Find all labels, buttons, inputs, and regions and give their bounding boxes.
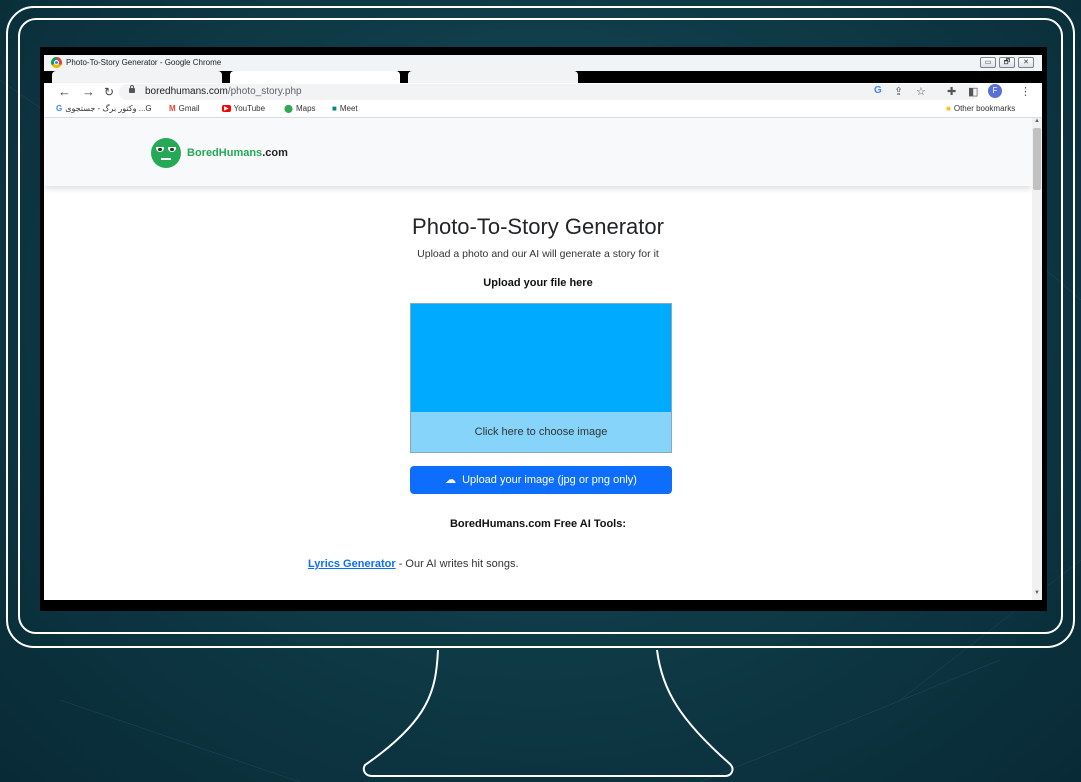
scroll-down-icon[interactable]: ▼ [1034, 590, 1040, 596]
bookmark-meet[interactable]: ■ Meet [332, 104, 358, 113]
url-text[interactable]: boredhumans.com/photo_story.php [145, 86, 302, 97]
other-bookmarks[interactable]: ■ Other bookmarks [946, 104, 1015, 113]
bookmark-label: وکتور برگ - جستجوی ...G [65, 104, 152, 113]
cloud-upload-icon: ☁ [445, 474, 457, 486]
menu-icon[interactable]: ⋮ [1020, 85, 1031, 98]
browser-toolbar: ← → ↻ boredhumans.com/photo_story.php G … [44, 83, 1042, 101]
bookmark-label: Maps [295, 104, 316, 113]
site-header: BoredHumans.com [44, 118, 1032, 186]
bookmark-youtube[interactable]: ▶ YouTube [222, 104, 265, 113]
bookmark-label: Gmail [178, 104, 200, 113]
maps-icon: ⬤ [284, 104, 293, 114]
lyrics-generator-link[interactable]: Lyrics Generator [308, 558, 396, 570]
tab-strip [44, 71, 1042, 83]
boredhumans-logo-icon[interactable] [151, 138, 181, 168]
google-lens-icon[interactable]: G [874, 85, 882, 96]
google-icon: G [56, 104, 63, 114]
youtube-icon: ▶ [222, 105, 231, 113]
logo-mouth [161, 158, 171, 160]
other-bookmarks-label: Other bookmarks [953, 104, 1016, 113]
bookmark-label: Meet [339, 104, 358, 113]
bookmark-gmail[interactable]: M Gmail [169, 104, 200, 113]
page-title: Photo-To-Story Generator [412, 214, 664, 239]
logo-eye [156, 147, 164, 152]
address-bar[interactable]: boredhumans.com/photo_story.php [119, 84, 979, 100]
bookmark-star-icon[interactable]: ☆ [916, 85, 926, 98]
tool-list-item: Lyrics Generator - Our AI writes hit son… [308, 558, 519, 570]
meet-icon: ■ [332, 104, 337, 114]
minimize-button[interactable]: ▭ [980, 57, 996, 68]
folder-icon: ■ [946, 104, 951, 114]
window-title: Photo-To-Story Generator - Google Chrome [66, 58, 222, 67]
url-host: boredhumans.com [145, 86, 228, 97]
tools-heading: BoredHumans.com Free AI Tools: [449, 518, 627, 530]
web-page: BoredHumans.com Photo-To-Story Generator… [44, 118, 1032, 600]
side-panel-icon[interactable]: ◧ [968, 85, 978, 98]
browser-window: Photo-To-Story Generator - Google Chrome… [40, 47, 1047, 611]
image-drop-zone[interactable]: Click here to choose image [410, 303, 672, 453]
logo-suffix: .com [262, 147, 288, 159]
close-button[interactable]: ✕ [1018, 57, 1034, 68]
scroll-thumb[interactable] [1033, 128, 1041, 190]
share-icon[interactable]: ⇪ [894, 85, 903, 98]
tool-description: - Our AI writes hit songs. [395, 558, 519, 570]
url-path: /photo_story.php [227, 86, 302, 97]
profile-avatar[interactable]: F [988, 84, 1002, 98]
bookmarks-bar: G وکتور برگ - جستجوی ...G M Gmail ▶ YouTube… [44, 101, 1042, 118]
choose-image-button[interactable]: Click here to choose image [411, 412, 671, 452]
bookmark-maps[interactable]: ⬤ Maps [284, 104, 316, 113]
restore-button[interactable]: 🗗 [999, 57, 1015, 68]
extensions-icon[interactable]: ✚ [947, 85, 956, 98]
forward-icon[interactable]: → [82, 84, 95, 100]
bookmark-google-search[interactable]: G وکتور برگ - جستجوی ...G [56, 104, 152, 113]
upload-label: Upload your file here [483, 277, 593, 289]
upload-button-label: Upload your image (jpg or png only) [462, 474, 637, 486]
chrome-icon [51, 57, 62, 68]
site-logo-text[interactable]: BoredHumans.com [187, 147, 288, 159]
lock-icon [129, 85, 135, 93]
logo-main: BoredHumans [187, 147, 263, 159]
scroll-up-icon[interactable]: ▲ [1034, 118, 1040, 124]
gmail-icon: M [169, 104, 176, 114]
title-bar: Photo-To-Story Generator - Google Chrome… [44, 55, 1042, 71]
back-icon[interactable]: ← [58, 84, 71, 100]
tab-1[interactable] [52, 71, 222, 83]
reload-icon[interactable]: ↻ [104, 84, 114, 100]
tab-3[interactable] [408, 71, 578, 83]
page-scrollbar[interactable]: ▲ ▼ [1032, 118, 1042, 600]
page-subtitle: Upload a photo and our AI will generate … [417, 248, 659, 260]
tab-active[interactable] [230, 71, 400, 83]
upload-image-button[interactable]: ☁ Upload your image (jpg or png only) [410, 466, 672, 494]
bookmark-label: YouTube [233, 104, 266, 113]
logo-eye [168, 147, 176, 152]
